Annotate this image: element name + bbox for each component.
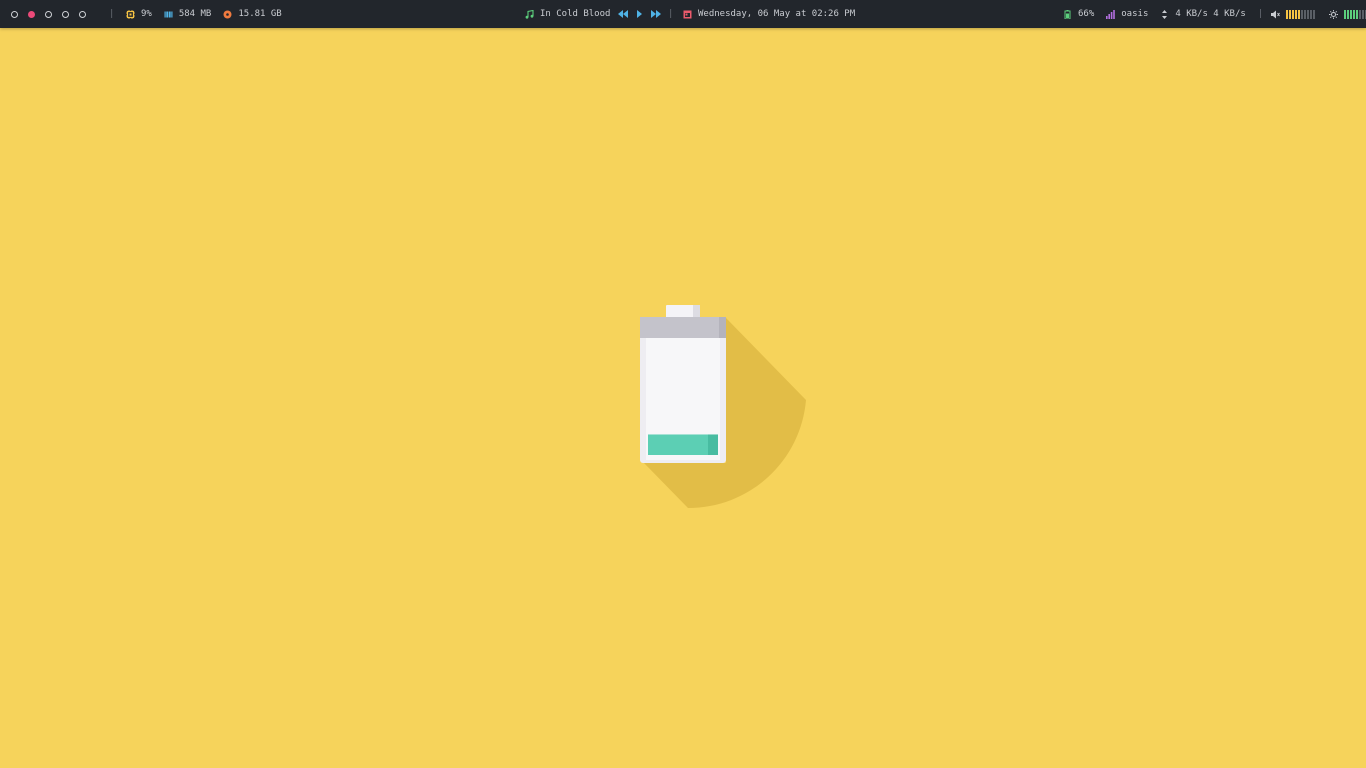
battery-icon (1063, 9, 1072, 19)
workspace-4[interactable] (62, 10, 69, 18)
level-segment (1292, 9, 1295, 19)
disk-usage: 15.81 GB (238, 9, 282, 19)
media-title: In Cold Blood (540, 9, 611, 19)
level-segment (1301, 9, 1304, 19)
level-segment (1289, 9, 1292, 19)
date-time: Wednesday, 06 May at 02:26 PM (698, 9, 856, 19)
battery-percentage: 66% (1078, 9, 1095, 19)
level-segment (1362, 9, 1365, 19)
workspace-5[interactable] (79, 10, 86, 18)
workspace-switcher (11, 0, 96, 28)
system-stats: 9% 584 MB 15.81 GB (126, 0, 294, 28)
level-segment (1353, 9, 1356, 19)
top-bar: | 9% 584 MB 15.81 GB In Cold Blood | Wed… (0, 0, 1366, 28)
level-segment (1359, 9, 1362, 19)
play-icon[interactable] (637, 10, 643, 18)
sun-icon[interactable] (1329, 9, 1339, 19)
battery-long-shadow (644, 308, 806, 509)
cpu-usage: 9% (141, 9, 152, 19)
cpu-icon (126, 9, 135, 19)
battery-terminal (666, 305, 700, 319)
workspace-3[interactable] (45, 10, 52, 18)
battery-cap (640, 317, 726, 338)
music-note-icon (525, 9, 534, 19)
volume-level-bar[interactable] (1286, 9, 1316, 19)
signal-icon (1106, 9, 1116, 19)
previous-icon[interactable] (618, 10, 629, 18)
wifi-ssid: oasis (1121, 9, 1149, 19)
battery-charge-level (648, 434, 718, 455)
battery-body (640, 317, 726, 463)
level-segment (1307, 9, 1310, 19)
network-speed: 4 KB/s 4 KB/s (1175, 9, 1246, 19)
memory-icon (164, 10, 173, 19)
level-segment (1356, 9, 1359, 19)
level-segment (1347, 9, 1350, 19)
workspace-1[interactable] (11, 10, 18, 18)
memory-usage: 584 MB (178, 9, 212, 19)
level-segment (1304, 9, 1307, 19)
level-segment (1310, 9, 1313, 19)
separator: | (1257, 9, 1264, 19)
level-segment (1344, 9, 1347, 19)
separator: | (668, 9, 674, 19)
brightness-level-bar[interactable] (1344, 9, 1366, 19)
level-segment (1298, 9, 1301, 19)
speaker-icon[interactable] (1271, 10, 1281, 19)
separator: | (109, 9, 115, 19)
workspace-2[interactable] (28, 10, 35, 18)
level-segment (1295, 9, 1298, 19)
level-segment (1286, 9, 1289, 19)
level-segment (1313, 9, 1316, 19)
level-segment (1350, 9, 1353, 19)
battery-wallpaper-illustration (640, 305, 806, 509)
updown-arrows-icon (1160, 9, 1169, 19)
disk-icon (223, 10, 232, 19)
status-area: 66% oasis 4 KB/s 4 KB/s | (1063, 0, 1366, 28)
calendar-icon (683, 10, 692, 19)
media-player: In Cold Blood (525, 0, 662, 28)
clock: Wednesday, 06 May at 02:26 PM (683, 0, 855, 28)
